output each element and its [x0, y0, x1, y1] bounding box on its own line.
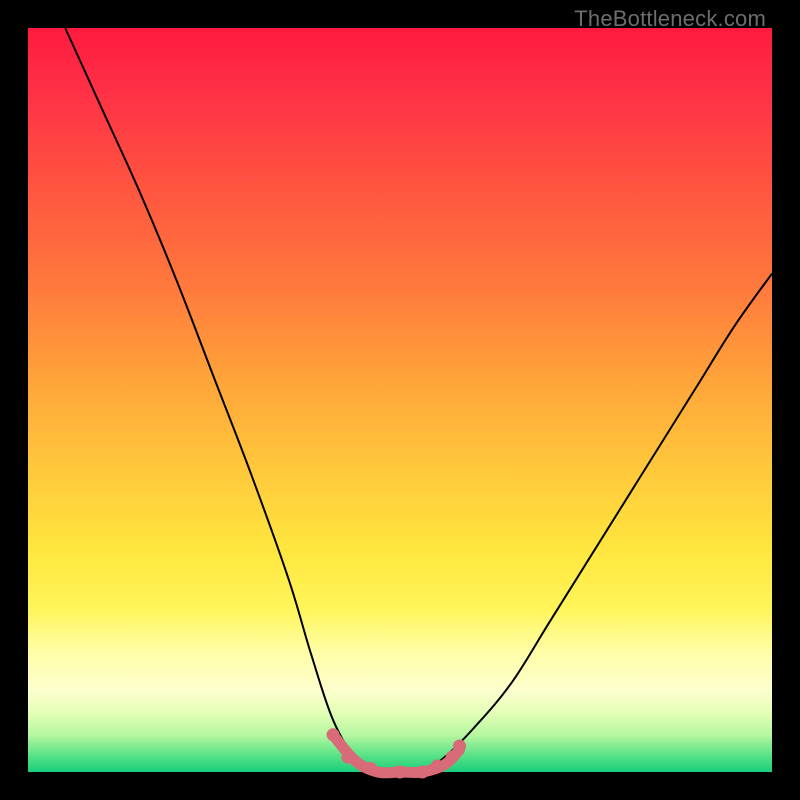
chart-frame: TheBottleneck.com — [0, 0, 800, 800]
optimal-point — [327, 728, 340, 741]
optimal-range-dots — [327, 728, 466, 778]
optimal-point — [341, 751, 354, 764]
optimal-point — [453, 739, 466, 752]
optimal-point — [431, 760, 444, 773]
optimal-point — [446, 751, 459, 764]
plot-area — [28, 28, 772, 772]
optimal-point — [364, 762, 377, 775]
optimal-point — [416, 766, 429, 779]
chart-svg — [28, 28, 772, 772]
bottleneck-curve — [65, 28, 772, 773]
optimal-point — [394, 766, 407, 779]
